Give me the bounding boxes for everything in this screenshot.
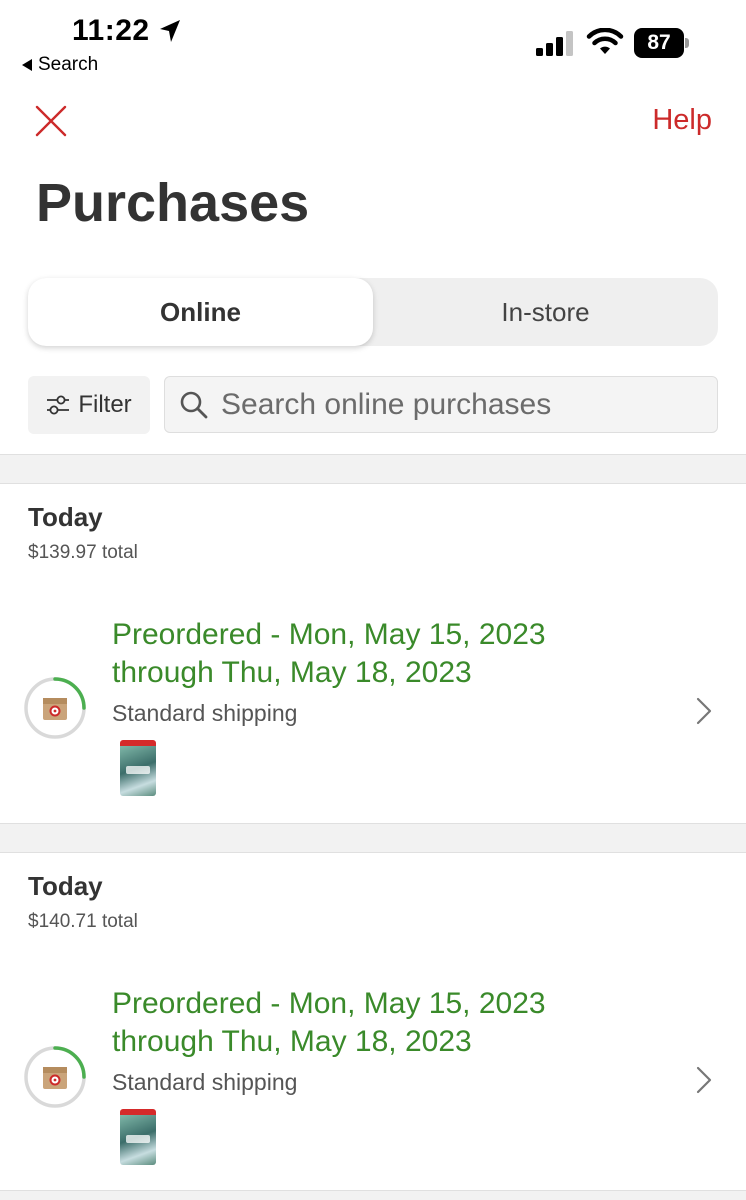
order-status: Preordered - Mon, May 15, 2023 through T… <box>112 616 546 692</box>
chevron-right-icon <box>696 697 712 725</box>
package-icon <box>43 698 67 720</box>
order-status-line-2: through Thu, May 18, 2023 <box>112 656 472 689</box>
order-progress-ring <box>24 677 86 739</box>
section-divider <box>0 823 746 853</box>
search-icon <box>180 391 208 418</box>
order-status-line-1: Preordered - Mon, May 15, 2023 <box>112 618 546 651</box>
battery-indicator: 87 <box>634 28 690 58</box>
order-card[interactable]: Today $140.71 total Preordered - Mon, Ma… <box>0 853 746 1193</box>
purchase-type-tabs: Online In-store <box>28 278 718 346</box>
filter-sliders-icon <box>47 395 70 415</box>
order-progress-ring <box>24 1046 86 1108</box>
search-input[interactable] <box>221 387 701 422</box>
order-card[interactable]: Today $139.97 total Preordered - Mon, Ma… <box>0 484 746 824</box>
tab-in-store[interactable]: In-store <box>373 278 718 346</box>
section-divider <box>0 454 746 484</box>
location-arrow-icon <box>160 20 180 42</box>
filter-label: Filter <box>78 391 132 418</box>
tab-online[interactable]: Online <box>28 278 373 346</box>
shipping-method: Standard shipping <box>112 700 298 726</box>
order-date: Today <box>28 502 103 532</box>
product-thumbnail <box>120 1109 156 1165</box>
battery-level: 87 <box>647 31 671 54</box>
section-divider <box>0 1190 746 1200</box>
back-app-label: Search <box>38 54 99 75</box>
chevron-right-icon <box>696 1066 712 1094</box>
order-status: Preordered - Mon, May 15, 2023 through T… <box>112 985 546 1061</box>
product-thumbnail <box>120 740 156 796</box>
order-date: Today <box>28 871 103 901</box>
page-title: Purchases <box>36 173 310 233</box>
shipping-method: Standard shipping <box>112 1069 298 1095</box>
help-link[interactable]: Help <box>652 104 712 137</box>
wifi-icon <box>586 28 624 54</box>
back-to-app-link[interactable]: Search <box>22 54 98 76</box>
back-triangle-icon <box>22 59 32 71</box>
close-icon <box>35 105 67 137</box>
close-button[interactable] <box>30 100 72 142</box>
battery-icon: 87 <box>634 28 684 58</box>
order-status-line-1: Preordered - Mon, May 15, 2023 <box>112 987 546 1020</box>
order-total: $139.97 total <box>28 542 138 563</box>
status-time: 11:22 <box>72 14 150 47</box>
status-bar: 11:22 Search 87 <box>0 0 746 84</box>
order-total: $140.71 total <box>28 911 138 932</box>
order-status-line-2: through Thu, May 18, 2023 <box>112 1025 472 1058</box>
search-box[interactable] <box>164 376 718 433</box>
filter-button[interactable]: Filter <box>28 376 150 434</box>
package-icon <box>43 1067 67 1089</box>
cellular-signal-icon <box>536 31 573 56</box>
